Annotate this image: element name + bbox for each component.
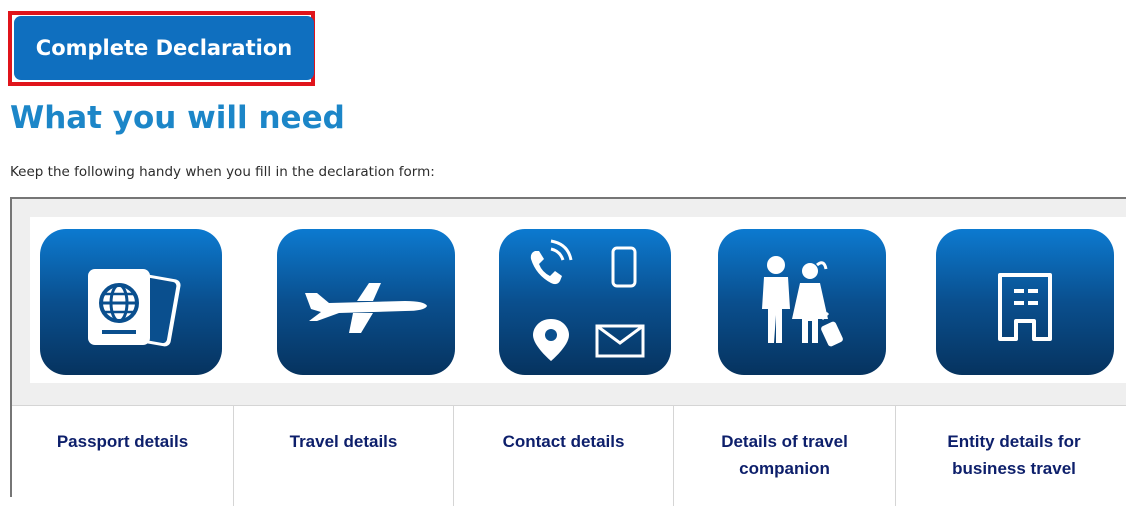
icon-strip	[30, 217, 1126, 383]
building-tile	[936, 229, 1114, 375]
passport-details-label: Passport details	[56, 432, 189, 451]
complete-declaration-button[interactable]: Complete Declaration	[14, 16, 314, 80]
passport-icon	[88, 269, 181, 347]
travel-companion-label-2: companion	[739, 459, 830, 478]
entity-details-label: Entity details for	[947, 432, 1081, 451]
cell-contact-details: Contact details	[454, 406, 674, 506]
contact-details-label: Contact details	[502, 432, 625, 451]
section-intro: Keep the following handy when you fill i…	[10, 164, 435, 180]
contact-icons	[530, 239, 645, 361]
companion-tile	[718, 229, 886, 375]
airplane-icon	[305, 283, 427, 333]
travel-companion-icon	[762, 256, 843, 347]
travel-details-label: Travel details	[289, 432, 398, 451]
cell-travel-details: Travel details	[234, 406, 454, 506]
building-icon	[998, 273, 1052, 341]
travel-companion-label: Details of travel	[721, 432, 848, 451]
requirements-table: Passport details Travel details Contact …	[10, 197, 1126, 506]
cell-travel-companion: Details of travel companion	[674, 406, 896, 506]
section-heading: What you will need	[10, 100, 345, 136]
passport-tile	[40, 229, 222, 375]
entity-details-label-2: business travel	[952, 459, 1076, 478]
cell-entity-details: Entity details for business travel	[896, 406, 1126, 506]
cell-passport-details: Passport details	[12, 406, 234, 506]
airplane-tile	[277, 229, 455, 375]
contact-tile	[499, 229, 671, 375]
